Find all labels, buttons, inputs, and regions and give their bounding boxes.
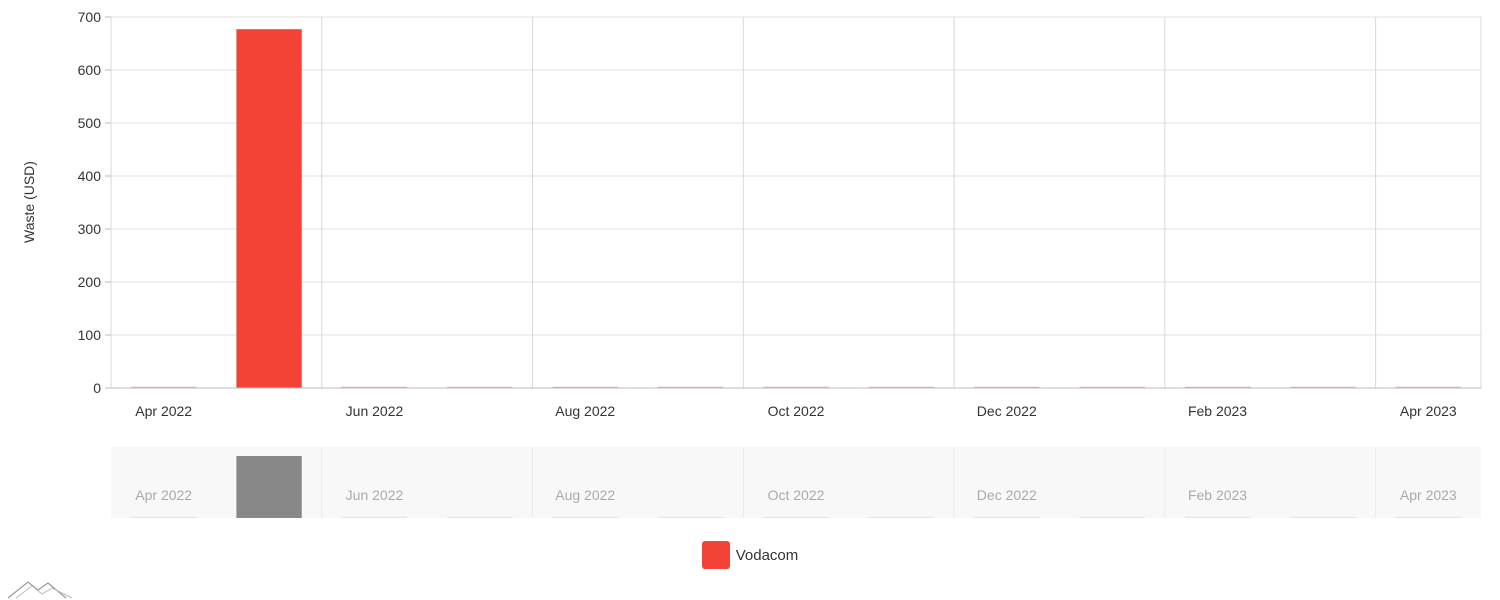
navigator-bar bbox=[1079, 516, 1145, 518]
navigator-bar bbox=[763, 516, 829, 518]
navigator-bar bbox=[868, 516, 935, 518]
navigator-tick-label: Oct 2022 bbox=[768, 487, 825, 503]
x-tick-label: Feb 2023 bbox=[1188, 403, 1247, 419]
bar-chart: 0 100 200 300 400 500 600 700 Apr 2022 Jun 2022 Au… bbox=[21, 9, 1482, 518]
x-tick-label: Aug 2022 bbox=[555, 403, 615, 419]
x-tick-label: Jun 2022 bbox=[346, 403, 404, 419]
y-tick-label: 400 bbox=[78, 168, 102, 184]
navigator-bar bbox=[341, 516, 408, 518]
navigator-background[interactable] bbox=[111, 447, 1481, 518]
navigator-tick-label: Apr 2022 bbox=[135, 487, 192, 503]
navigator-tick-label: Aug 2022 bbox=[555, 487, 615, 503]
navigator-tick-label: Jun 2022 bbox=[346, 487, 404, 503]
legend-label: Vodacom bbox=[735, 546, 799, 564]
grid bbox=[110, 16, 1482, 389]
navigator-tick-label: Dec 2022 bbox=[977, 487, 1037, 503]
navigator-tick-label: Apr 2023 bbox=[1400, 487, 1457, 503]
navigator-tick-label: Feb 2023 bbox=[1188, 487, 1247, 503]
navigator-bar bbox=[236, 456, 302, 518]
navigator-bar bbox=[974, 516, 1040, 518]
bars bbox=[131, 29, 1461, 388]
navigator-bar bbox=[657, 516, 724, 518]
mountain-logo-icon bbox=[7, 581, 73, 599]
navigator-bar bbox=[1184, 516, 1251, 518]
x-tick-label: Apr 2023 bbox=[1400, 403, 1457, 419]
x-tick-label: Apr 2022 bbox=[135, 403, 192, 419]
legend-item-vodacom[interactable]: Vodacom bbox=[701, 541, 799, 569]
y-tick-label: 200 bbox=[78, 274, 102, 290]
legend-swatch bbox=[701, 541, 730, 569]
y-tick-label: 100 bbox=[78, 327, 102, 343]
navigator-bar bbox=[447, 516, 513, 518]
y-axis-label: Waste (USD) bbox=[21, 161, 37, 243]
navigator[interactable]: Apr 2022 Jun 2022 Aug 2022 Oct 2022 Dec 2022… bbox=[111, 447, 1481, 518]
chart: 0 100 200 300 400 500 600 700 Apr 2022 Jun 2022 Au… bbox=[0, 0, 1500, 600]
y-tick-label: 700 bbox=[78, 9, 102, 25]
x-tick-label: Oct 2022 bbox=[768, 403, 825, 419]
bar[interactable] bbox=[236, 29, 302, 388]
navigator-bar bbox=[552, 516, 618, 518]
navigator-bar bbox=[1290, 516, 1356, 518]
legend: Vodacom bbox=[0, 540, 1500, 570]
y-tick-label: 500 bbox=[78, 115, 102, 131]
x-tick-label: Dec 2022 bbox=[977, 403, 1037, 419]
y-tick-label: 600 bbox=[78, 62, 102, 78]
navigator-bar bbox=[1395, 516, 1461, 518]
navigator-bar bbox=[131, 516, 197, 518]
y-tick-label: 300 bbox=[78, 221, 102, 237]
y-tick-label: 0 bbox=[93, 380, 101, 396]
